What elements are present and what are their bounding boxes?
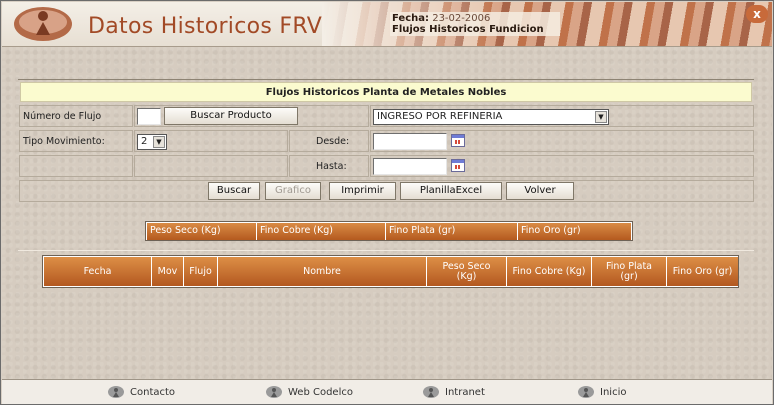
footer-link-intranet[interactable]: Intranet	[422, 385, 485, 401]
footer-link-web-codelco[interactable]: Web Codelco	[265, 385, 353, 401]
buscar-producto-button[interactable]: Buscar Producto	[164, 107, 298, 125]
action-bar: Buscar Grafico Imprimir PlanillaExcel Vo…	[19, 180, 754, 202]
hasta-label: Hasta:	[316, 161, 347, 172]
header-info: Fecha: 23-02-2006 Flujos Historicos Fund…	[390, 12, 560, 36]
chevron-down-icon[interactable]: ▼	[153, 136, 165, 148]
header-subtitle: Flujos Historicos Fundicion	[392, 24, 544, 35]
planilla-excel-button[interactable]: PlanillaExcel	[400, 182, 502, 200]
globe-person-icon	[266, 386, 282, 398]
producto-select-value: INGRESO POR REFINERIA	[377, 111, 503, 122]
hasta-input-cell	[370, 155, 754, 177]
desde-label-cell: Desde:	[289, 130, 369, 152]
summary-header-fino-oro: Fino Oro (gr)	[518, 223, 632, 240]
numero-flujo-label: Número de Flujo	[23, 111, 102, 122]
row1-label-cell: Número de Flujo	[19, 105, 133, 127]
volver-button[interactable]: Volver	[506, 182, 574, 200]
footer-link-label: Intranet	[445, 387, 485, 398]
detail-header-flujo: Flujo	[184, 257, 218, 286]
summary-header-peso-seco: Peso Seco (Kg)	[147, 223, 257, 240]
tipo-movimiento-select[interactable]: 2 ▼	[137, 134, 167, 150]
app-window: Datos Historicos FRV Fecha: 23-02-2006 F…	[0, 0, 774, 405]
detail-header-nombre: Nombre	[218, 257, 427, 286]
row1-input-cell: Buscar Producto	[134, 105, 369, 127]
site-title: Datos Historicos FRV	[88, 14, 323, 39]
footer-link-label: Web Codelco	[288, 387, 353, 398]
calendar-icon[interactable]	[451, 159, 465, 172]
hasta-input[interactable]	[373, 158, 447, 175]
fecha-value: 23-02-2006	[432, 13, 491, 24]
buscar-button[interactable]: Buscar	[208, 182, 260, 200]
close-button[interactable]: x	[746, 5, 768, 23]
summary-header-fino-cobre: Fino Cobre (Kg)	[257, 223, 386, 240]
desde-input[interactable]	[373, 133, 447, 150]
tipo-movimiento-value: 2	[141, 136, 148, 147]
form-title: Flujos Historicos Planta de Metales Nobl…	[20, 82, 752, 102]
detail-header-fino-plata: Fino Plata (gr)	[592, 257, 667, 286]
globe-person-icon	[423, 386, 439, 398]
footer-link-inicio[interactable]: Inicio	[577, 385, 626, 401]
row2-label-cell: Tipo Movimiento:	[19, 130, 133, 152]
producto-select[interactable]: INGRESO POR REFINERIA ▼	[373, 109, 609, 125]
summary-header-fino-plata: Fino Plata (gr)	[386, 223, 518, 240]
row1-select-cell: INGRESO POR REFINERIA ▼	[370, 105, 754, 127]
detail-header-mov: Mov	[152, 257, 184, 286]
globe-person-icon	[108, 386, 124, 398]
row3-empty-cell-2	[134, 155, 288, 177]
detail-header-peso-seco: Peso Seco (Kg)	[427, 257, 507, 286]
detail-header-fino-oro: Fino Oro (gr)	[667, 257, 738, 286]
globe-person-icon	[578, 386, 594, 398]
logo-icon	[14, 7, 72, 41]
tipo-movimiento-label: Tipo Movimiento:	[23, 136, 105, 147]
detail-table: Fecha Mov Flujo Nombre Peso Seco (Kg) Fi…	[42, 255, 739, 288]
row3-empty-cell	[19, 155, 133, 177]
detail-header-fecha: Fecha	[44, 257, 152, 286]
desde-label: Desde:	[316, 136, 350, 147]
footer-link-contacto[interactable]: Contacto	[107, 385, 175, 401]
footer-link-label: Contacto	[130, 387, 176, 398]
row2-select-cell: 2 ▼	[134, 130, 288, 152]
imprimir-button[interactable]: Imprimir	[329, 182, 396, 200]
summary-table: Peso Seco (Kg) Fino Cobre (Kg) Fino Plat…	[145, 221, 633, 241]
header-banner: Datos Historicos FRV Fecha: 23-02-2006 F…	[2, 2, 772, 47]
footer-link-label: Inicio	[600, 387, 627, 398]
desde-input-cell	[370, 130, 754, 152]
footer: Contacto Web Codelco Intranet Inicio	[2, 379, 772, 404]
fecha-label: Fecha:	[392, 13, 430, 24]
numero-flujo-input[interactable]	[137, 108, 161, 125]
hasta-label-cell: Hasta:	[289, 155, 369, 177]
grafico-button[interactable]: Grafico	[265, 182, 321, 200]
main-content: Flujos Historicos Planta de Metales Nobl…	[2, 47, 772, 379]
chevron-down-icon[interactable]: ▼	[595, 111, 607, 123]
detail-header-fino-cobre: Fino Cobre (Kg)	[507, 257, 592, 286]
calendar-icon[interactable]	[451, 134, 465, 147]
